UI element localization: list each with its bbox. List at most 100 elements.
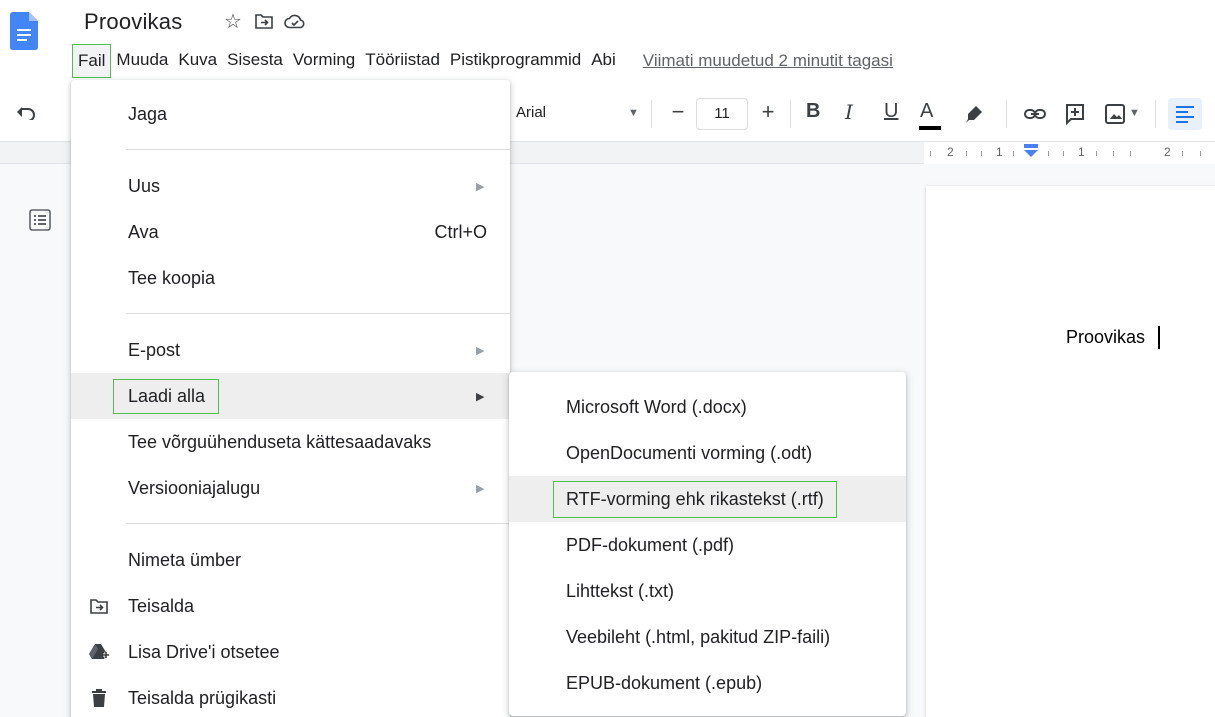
- ruler-tick: [930, 151, 931, 156]
- indent-marker-icon[interactable]: [1023, 144, 1039, 158]
- file-menu-item-new[interactable]: Uus ▶: [71, 163, 510, 209]
- document-outline-icon[interactable]: [29, 209, 51, 231]
- font-dropdown-caret-icon[interactable]: ▼: [628, 107, 639, 119]
- text-color-icon[interactable]: A: [920, 100, 933, 123]
- download-item-pdf[interactable]: PDF-dokument (.pdf): [509, 522, 906, 568]
- file-menu-label: Uus: [128, 175, 161, 196]
- drive-add-shortcut-icon: [89, 642, 109, 662]
- file-menu-item-email[interactable]: E-post ▶: [71, 327, 510, 373]
- file-menu-item-open[interactable]: Ava Ctrl+O: [71, 209, 510, 255]
- submenu-arrow-icon: ▶: [476, 344, 485, 357]
- file-menu-label: Laadi alla: [113, 378, 220, 414]
- font-size-input[interactable]: 11: [696, 98, 748, 130]
- move-to-folder-icon[interactable]: [253, 10, 275, 32]
- toolbar-divider: [1155, 100, 1156, 128]
- document-page[interactable]: [926, 186, 1215, 717]
- image-dropdown-caret-icon[interactable]: ▼: [1129, 107, 1140, 119]
- download-item-label: PDF-dokument (.pdf): [566, 534, 735, 555]
- highlight-pen-icon[interactable]: [962, 102, 986, 126]
- menu-vorming[interactable]: Vorming: [288, 44, 360, 78]
- file-menu-label: Jaga: [128, 103, 168, 124]
- menu-divider: [126, 313, 510, 314]
- bold-icon[interactable]: B: [806, 100, 820, 123]
- download-item-label: RTF-vorming ehk rikastekst (.rtf): [553, 480, 837, 518]
- file-menu-item-download[interactable]: Laadi alla ▶: [71, 373, 510, 419]
- download-submenu: Microsoft Word (.docx) OpenDocumenti vor…: [509, 372, 906, 716]
- toolbar-divider: [790, 100, 791, 128]
- menu-fail[interactable]: Fail: [72, 44, 112, 78]
- file-menu-label: Teisalda prügikasti: [128, 687, 277, 708]
- download-item-docx[interactable]: Microsoft Word (.docx): [509, 384, 906, 430]
- shortcut-label: Ctrl+O: [434, 221, 487, 242]
- ruler-tick: [1096, 151, 1097, 156]
- file-menu-item-share[interactable]: Jaga: [71, 91, 510, 137]
- ruler-label: 1: [1078, 145, 1085, 159]
- download-item-txt[interactable]: Lihttekst (.txt): [509, 568, 906, 614]
- ruler-label: 2: [1164, 145, 1171, 159]
- menu-sisesta[interactable]: Sisesta: [222, 44, 288, 78]
- file-menu-item-rename[interactable]: Nimeta ümber: [71, 537, 510, 583]
- menu-muuda[interactable]: Muuda: [111, 44, 173, 78]
- ruler-tick: [1013, 151, 1014, 156]
- decrease-font-size-button[interactable]: −: [664, 98, 692, 128]
- download-item-odt[interactable]: OpenDocumenti vorming (.odt): [509, 430, 906, 476]
- file-menu-item-version-history[interactable]: Versiooniajalugu ▶: [71, 465, 510, 511]
- ruler-tick: [1200, 151, 1201, 156]
- menu-tooriistad[interactable]: Tööriistad: [360, 44, 445, 78]
- cloud-saved-icon[interactable]: [284, 10, 306, 32]
- docs-logo-icon[interactable]: [10, 12, 38, 50]
- ruler-tick: [981, 151, 982, 156]
- toolbar-divider: [651, 100, 652, 128]
- file-menu: Jaga Uus ▶ Ava Ctrl+O Tee koopia E-post …: [71, 80, 510, 717]
- menu-kuva[interactable]: Kuva: [173, 44, 222, 78]
- app-header: Proovikas ☆ Fail Muuda Kuva Sisesta Vorm…: [0, 0, 1215, 86]
- move-folder-icon: [89, 596, 109, 616]
- file-menu-item-offline[interactable]: Tee võrguühenduseta kättesaadavaks: [71, 419, 510, 465]
- trash-icon: [89, 688, 109, 708]
- menu-abi[interactable]: Abi: [586, 44, 621, 78]
- ruler-tick: [1048, 151, 1049, 156]
- file-menu-label: Ava: [128, 221, 159, 242]
- download-item-rtf[interactable]: RTF-vorming ehk rikastekst (.rtf): [509, 476, 906, 522]
- download-item-label: OpenDocumenti vorming (.odt): [566, 442, 813, 463]
- document-title[interactable]: Proovikas: [84, 9, 182, 35]
- menu-divider: [126, 523, 510, 524]
- toolbar-divider: [1006, 100, 1007, 128]
- download-item-epub[interactable]: EPUB-dokument (.epub): [509, 660, 906, 706]
- undo-icon[interactable]: [16, 106, 36, 120]
- file-menu-item-move[interactable]: Teisalda: [71, 583, 510, 629]
- font-family-select[interactable]: Arial: [516, 104, 546, 121]
- file-menu-item-copy[interactable]: Tee koopia: [71, 255, 510, 301]
- text-cursor: [1158, 326, 1160, 349]
- ruler-tick: [1182, 151, 1183, 156]
- increase-font-size-button[interactable]: +: [754, 98, 782, 128]
- ruler-tick: [1063, 151, 1064, 156]
- align-left-button[interactable]: [1168, 98, 1202, 130]
- star-icon[interactable]: ☆: [222, 10, 244, 33]
- file-menu-label: Versiooniajalugu: [128, 477, 261, 498]
- file-menu-item-add-shortcut[interactable]: Lisa Drive'i otsetee: [71, 629, 510, 675]
- file-menu-label: Tee võrguühenduseta kättesaadavaks: [128, 431, 432, 452]
- file-menu-item-trash[interactable]: Teisalda prügikasti: [71, 675, 510, 717]
- menu-pistikprogrammid[interactable]: Pistikprogrammid: [445, 44, 586, 78]
- insert-image-icon[interactable]: [1103, 102, 1127, 126]
- download-item-label: Veebileht (.html, pakitud ZIP-faili): [566, 626, 831, 647]
- text-color-swatch: [919, 126, 941, 130]
- menu-divider: [126, 149, 510, 150]
- submenu-arrow-icon: ▶: [476, 482, 485, 495]
- ruler-label: 2: [947, 145, 954, 159]
- insert-link-icon[interactable]: [1023, 102, 1047, 126]
- download-item-html[interactable]: Veebileht (.html, pakitud ZIP-faili): [509, 614, 906, 660]
- download-item-label: Lihttekst (.txt): [566, 580, 675, 601]
- italic-icon[interactable]: I: [845, 100, 853, 124]
- ruler-tick: [1113, 151, 1114, 156]
- underline-icon[interactable]: U: [884, 100, 898, 123]
- align-left-icon: [1176, 106, 1194, 123]
- file-menu-label: Teisalda: [128, 595, 195, 616]
- last-edit-link[interactable]: Viimati muudetud 2 minutit tagasi: [643, 51, 893, 71]
- document-body-text[interactable]: Proovikas: [1066, 327, 1145, 348]
- add-comment-icon[interactable]: [1063, 102, 1087, 126]
- ruler-tick: [966, 151, 967, 156]
- file-menu-label: Nimeta ümber: [128, 549, 242, 570]
- submenu-arrow-icon: ▶: [476, 180, 485, 193]
